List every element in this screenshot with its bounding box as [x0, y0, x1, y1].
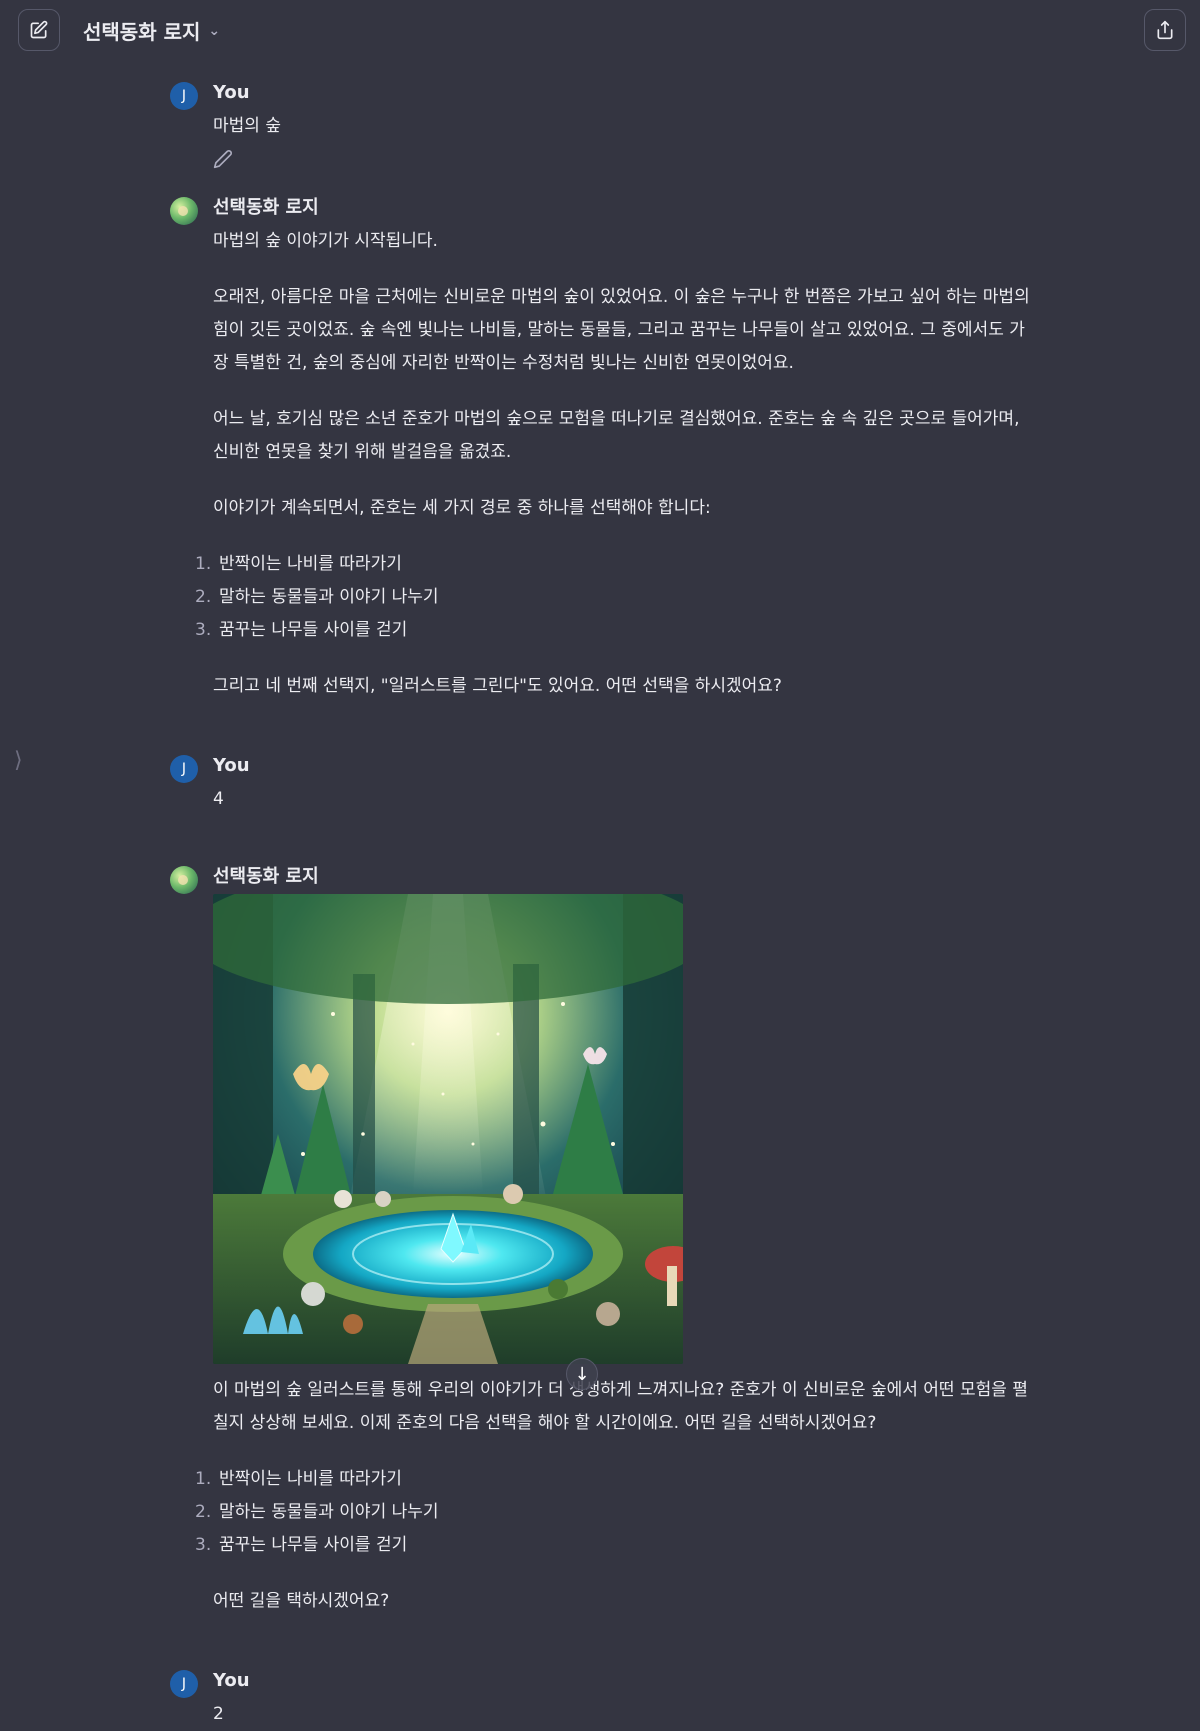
model-title-dropdown[interactable]: 선택동화 로지 ⌄ [83, 16, 220, 45]
message-author: You [213, 755, 250, 776]
assistant-message: 선택동화 로지 이 마법의 숲 일러스트를 통해 우리의 이야기가 더 생생하게… [170, 862, 1040, 1618]
message-paragraph: 그리고 네 번째 선택지, "일러스트를 그린다"도 있어요. 어떤 선택을 하… [213, 676, 782, 696]
message-author: You [213, 82, 250, 103]
message-paragraph: 어떤 길을 택하시겠어요? [213, 1591, 390, 1611]
list-item: 2. 말하는 동물들과 이야기 나누기 [195, 587, 439, 607]
list-item: 1. 반짝이는 나비를 따라가기 [195, 554, 402, 574]
pencil-icon [213, 150, 232, 169]
message-text: 마법의 숲 [213, 116, 281, 136]
message-paragraph: 오래전, 아름다운 마을 근처에는 신비로운 마법의 숲이 있었어요. 이 숲은… [213, 287, 1030, 373]
assistant-avatar [170, 866, 198, 894]
message-paragraph: 이 마법의 숲 일러스트를 통해 우리의 이야기가 더 생생하게 느껴지나요? … [213, 1380, 1028, 1433]
message-author: 선택동화 로지 [213, 866, 319, 887]
list-item: 2. 말하는 동물들과 이야기 나누기 [195, 1502, 439, 1522]
share-button[interactable] [1144, 9, 1186, 51]
message-paragraph: 마법의 숲 이야기가 시작됩니다. [213, 231, 438, 251]
avatar-letter: J [181, 1676, 187, 1692]
user-avatar: J [170, 1670, 198, 1698]
sidebar-toggle-handle[interactable]: ⟩ [14, 748, 23, 773]
assistant-avatar [170, 197, 198, 225]
generated-illustration[interactable] [213, 894, 683, 1364]
user-message: J You 2 [170, 1666, 1040, 1731]
message-text: 4 [213, 789, 224, 809]
list-item: 3. 꿈꾸는 나무들 사이를 걷기 [195, 620, 408, 640]
list-item: 3. 꿈꾸는 나무들 사이를 걷기 [195, 1535, 408, 1555]
chevron-down-icon: ⌄ [208, 22, 221, 39]
list-item: 1. 반짝이는 나비를 따라가기 [195, 1469, 402, 1489]
share-upload-icon [1157, 20, 1173, 40]
user-message: J You 4 [170, 751, 1040, 816]
avatar-letter: J [181, 88, 187, 104]
message-paragraph: 어느 날, 호기심 많은 소년 준호가 마법의 숲으로 모험을 떠나기로 결심했… [213, 409, 1020, 462]
new-chat-button[interactable] [18, 9, 60, 51]
choice-list: 1. 반짝이는 나비를 따라가기 2. 말하는 동물들과 이야기 나누기 3. 꿈꾸는… [195, 548, 1040, 647]
user-avatar: J [170, 82, 198, 110]
user-avatar: J [170, 755, 198, 783]
message-text: 2 [213, 1704, 224, 1724]
edit-square-icon [30, 20, 48, 39]
chat-thread: J You 마법의 숲 선택동화 로지 마법의 숲 이야기가 시작됩니다. 오래… [170, 78, 1040, 1731]
chat-title: 선택동화 로지 [83, 20, 201, 44]
top-bar: 선택동화 로지 ⌄ [0, 0, 1200, 62]
message-paragraph: 이야기가 계속되면서, 준호는 세 가지 경로 중 하나를 선택해야 합니다: [213, 498, 711, 518]
scroll-to-bottom-button[interactable]: ↓ [566, 1358, 598, 1390]
message-author: You [213, 1670, 250, 1691]
avatar-letter: J [181, 761, 187, 777]
user-message: J You 마법의 숲 [170, 78, 1040, 173]
choice-list: 1. 반짝이는 나비를 따라가기 2. 말하는 동물들과 이야기 나누기 3. 꿈꾸는… [195, 1463, 1040, 1562]
arrow-down-icon: ↓ [574, 1363, 590, 1385]
assistant-message: 선택동화 로지 마법의 숲 이야기가 시작됩니다. 오래전, 아름다운 마을 근… [170, 193, 1040, 703]
message-author: 선택동화 로지 [213, 197, 319, 218]
edit-message-button[interactable] [213, 143, 1040, 173]
